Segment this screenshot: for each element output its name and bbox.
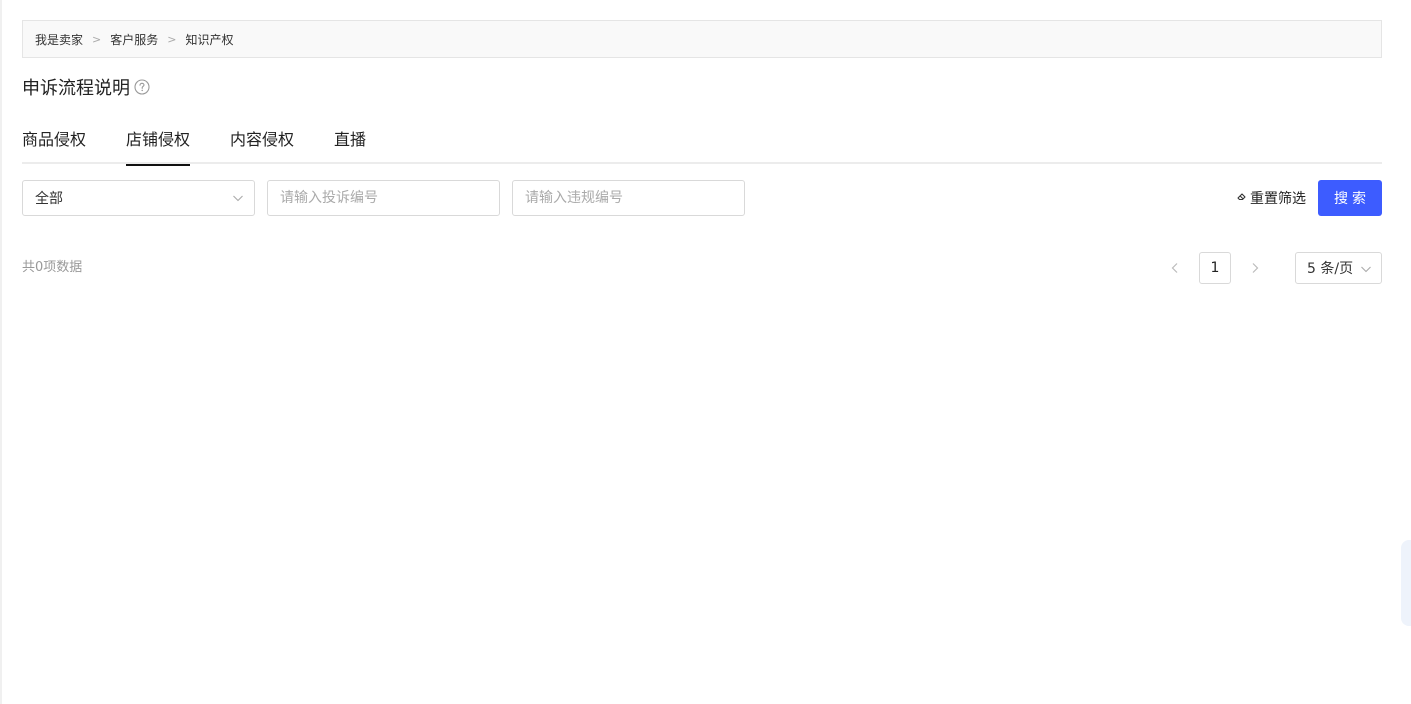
tab-live-stream[interactable]: 直播 (334, 118, 366, 164)
breadcrumb-item-customer-service[interactable]: 客户服务 (110, 31, 158, 48)
chevron-down-icon (232, 192, 244, 208)
status-select[interactable]: 全部 (22, 180, 255, 216)
complaint-number-input[interactable] (267, 180, 500, 216)
page-size-select[interactable]: 5 条/页 (1295, 252, 1382, 284)
breadcrumb-separator: > (92, 32, 102, 46)
chevron-down-icon (1360, 263, 1372, 279)
prev-page-button[interactable] (1159, 252, 1191, 284)
eraser-icon (1236, 190, 1250, 206)
breadcrumb: 我是卖家 > 客户服务 > 知识产权 (22, 20, 1382, 58)
tab-content-infringement[interactable]: 内容侵权 (230, 118, 294, 164)
filter-row: 全部 重置筛选 搜索 (22, 180, 1382, 216)
reset-filter-label: 重置筛选 (1250, 191, 1306, 207)
page-number[interactable]: 1 (1199, 252, 1231, 284)
page-title-text: 申诉流程说明 (22, 78, 130, 99)
tab-product-infringement[interactable]: 商品侵权 (22, 118, 86, 164)
page-size-value: 5 条/页 (1307, 261, 1354, 277)
floating-side-tab[interactable] (1401, 540, 1411, 626)
tab-bar: 商品侵权 店铺侵权 内容侵权 直播 (22, 118, 1382, 166)
question-circle-icon[interactable] (134, 79, 150, 95)
left-edge-divider (0, 0, 2, 704)
pagination: 1 5 条/页 (1159, 252, 1382, 284)
status-select-value: 全部 (35, 191, 63, 207)
total-count: 共0项数据 (22, 260, 83, 275)
page-title: 申诉流程说明 (22, 74, 150, 100)
violation-number-input[interactable] (512, 180, 745, 216)
next-page-button[interactable] (1239, 252, 1271, 284)
tab-store-infringement[interactable]: 店铺侵权 (126, 118, 191, 166)
chevron-left-icon (1171, 263, 1178, 273)
breadcrumb-separator: > (167, 32, 177, 46)
breadcrumb-item-ip: 知识产权 (185, 32, 234, 47)
search-button[interactable]: 搜索 (1318, 180, 1382, 216)
breadcrumb-item-seller[interactable]: 我是卖家 (35, 31, 83, 48)
chevron-right-icon (1252, 263, 1259, 273)
reset-filter-button[interactable]: 重置筛选 (1236, 180, 1306, 216)
